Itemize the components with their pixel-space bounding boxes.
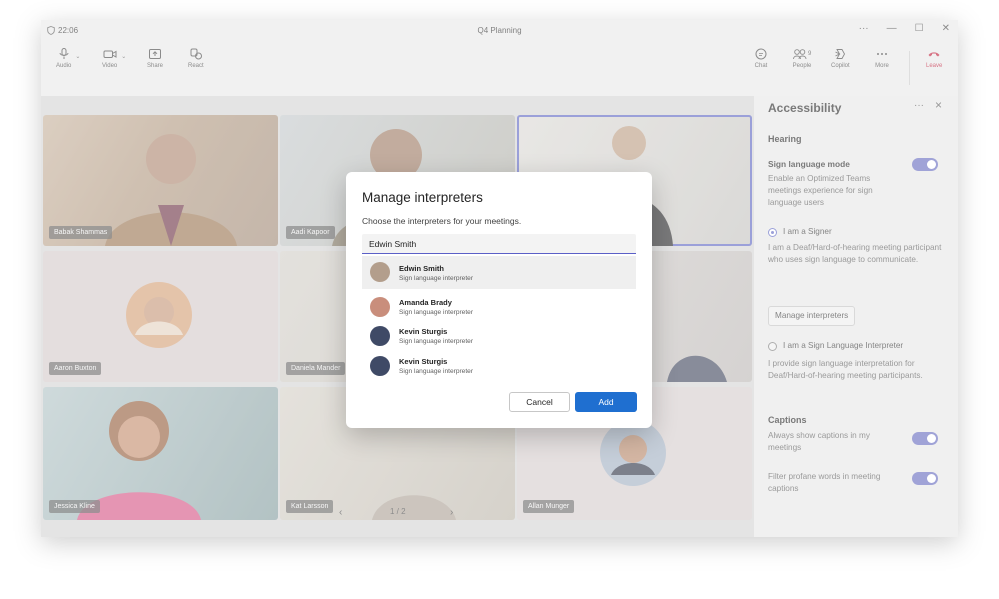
list-item[interactable]: Kevin Sturgis Sign language interpreter [362, 351, 636, 380]
interpreter-role: Sign language interpreter [399, 309, 474, 316]
interpreter-role: Sign language interpreter [399, 338, 474, 346]
dialog-title: Manage interpreters [362, 190, 483, 205]
interpreter-search-input[interactable] [362, 235, 636, 253]
avatar [370, 262, 390, 282]
dialog-subtitle: Choose the interpreters for your meeting… [362, 216, 522, 226]
list-item[interactable]: Edwin Smith Sign language interpreter [362, 256, 636, 289]
interpreter-name: Kevin Sturgis [399, 356, 448, 366]
interpreter-name: Kevin Sturgis [399, 327, 448, 337]
avatar [370, 297, 390, 317]
interpreter-role: Sign language interpreter [399, 367, 474, 375]
avatar [370, 326, 390, 347]
interpreter-name: Amanda Brady [399, 298, 452, 307]
manage-interpreters-dialog: Manage interpreters Choose the interpret… [346, 172, 652, 428]
interpreter-role: Sign language interpreter [399, 275, 474, 282]
list-item[interactable]: Amanda Brady Sign language interpreter [362, 292, 636, 321]
interpreter-name: Edwin Smith [399, 264, 444, 273]
interpreter-results: Edwin Smith Sign language interpreter Am… [362, 256, 636, 380]
list-item[interactable]: Kevin Sturgis Sign language interpreter [362, 321, 636, 350]
avatar [370, 355, 390, 376]
interpreter-search[interactable] [362, 234, 636, 254]
cancel-button[interactable]: Cancel [509, 392, 570, 412]
add-button[interactable]: Add [575, 392, 637, 412]
